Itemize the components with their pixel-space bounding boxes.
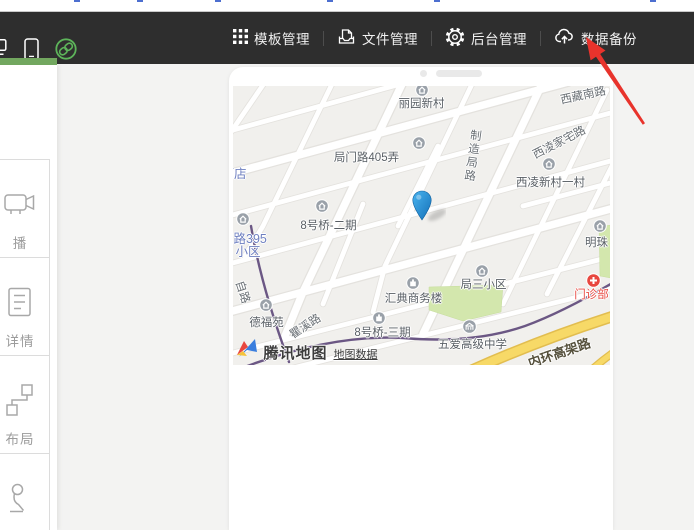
map-poi-label: 汇典商务楼: [385, 290, 443, 306]
cloud-upload-icon: [554, 27, 575, 49]
sidebar-item-label: 布局: [6, 428, 35, 448]
topbar-menu: 模板管理 文件管理: [233, 12, 637, 64]
tencent-maps-logo-text: 腾讯地图: [264, 342, 328, 363]
menu-label: 数据备份: [581, 28, 637, 48]
map-attribution: 腾讯地图 地图数据: [235, 338, 378, 363]
detail-doc-icon: [3, 285, 37, 324]
map-poi-label: 8号桥-二期: [300, 217, 356, 233]
map-poi-label: 局门路405弄: [334, 149, 399, 165]
gear-icon: [445, 27, 465, 50]
screen: 模板管理 文件管理: [0, 0, 694, 530]
map-area-label: 酒店: [233, 163, 247, 182]
sidebar-item-label: 播: [13, 232, 28, 252]
browser-edge: [0, 0, 694, 12]
grid-icon: [233, 29, 248, 47]
home-poi-icon: [315, 199, 329, 213]
sidebar-item-map[interactable]: 图: [0, 453, 50, 530]
map-poi-label: 局三小区: [461, 276, 507, 292]
sidebar-accent: [0, 58, 57, 65]
menu-label: 模板管理: [254, 28, 310, 48]
building-poi-icon: [406, 276, 420, 290]
carousel-icon: [3, 187, 37, 226]
topbar: 模板管理 文件管理: [0, 12, 694, 64]
school-poi-icon: [462, 319, 476, 333]
home-poi-icon: [259, 298, 273, 312]
sidebar-item-label: 图: [13, 526, 28, 530]
map-poi-label: 德福苑: [249, 314, 284, 330]
map-poi-label: 丽园新村: [399, 95, 445, 111]
map-pin[interactable]: [412, 190, 446, 230]
sidebar: 播 详情 布局 图: [0, 65, 57, 530]
home-poi-icon: [542, 157, 556, 171]
menu-label: 后台管理: [471, 28, 527, 48]
map-road-label: 自路: [233, 279, 254, 306]
phone-preview: 丽园新村局门路405弄8号桥-二期西凌新村一村德福苑汇典商务楼8号桥-三期局三小…: [229, 67, 613, 530]
map-road-label: 西凌家宅路: [529, 122, 587, 162]
map-area-label: 小区: [236, 241, 261, 260]
divider: [431, 31, 432, 46]
file-tray-icon: [337, 27, 356, 49]
map-road-label: 西藏南路: [558, 86, 606, 108]
map-data-link[interactable]: 地图数据: [334, 346, 378, 362]
menu-label: 文件管理: [362, 28, 418, 48]
map-canvas[interactable]: 丽园新村局门路405弄8号桥-二期西凌新村一村德福苑汇典商务楼8号桥-三期局三小…: [233, 86, 610, 365]
menu-item-data-backup[interactable]: 数据备份: [554, 27, 637, 49]
phone-camera-dot: [420, 70, 427, 77]
map-person-icon: [3, 481, 37, 520]
tencent-maps-logo-icon: [235, 338, 258, 363]
divider: [323, 31, 324, 46]
map-poi-label: 门诊部: [574, 286, 609, 302]
phone-speaker: [436, 70, 482, 77]
menu-item-template-management[interactable]: 模板管理: [233, 28, 310, 48]
map-poi-label: 明珠: [585, 234, 608, 250]
map-poi-label: 西凌新村一村: [516, 174, 585, 190]
layout-icon: [3, 383, 37, 422]
menu-item-backend-management[interactable]: 后台管理: [445, 27, 527, 50]
map-road-label: 内环高架路: [525, 332, 593, 365]
building-poi-icon: [372, 311, 386, 325]
sidebar-item-label: 详情: [6, 330, 35, 350]
link-icon[interactable]: [55, 38, 77, 65]
home-poi-icon: [236, 212, 250, 226]
clinic-poi-icon: [586, 273, 600, 287]
map-poi-label: 五爱高级中学: [438, 336, 507, 352]
divider: [540, 31, 541, 46]
map-road-label: 制造局路: [460, 128, 483, 184]
home-poi-icon: [412, 136, 426, 150]
menu-item-file-management[interactable]: 文件管理: [337, 27, 418, 49]
home-poi-icon: [593, 219, 607, 233]
